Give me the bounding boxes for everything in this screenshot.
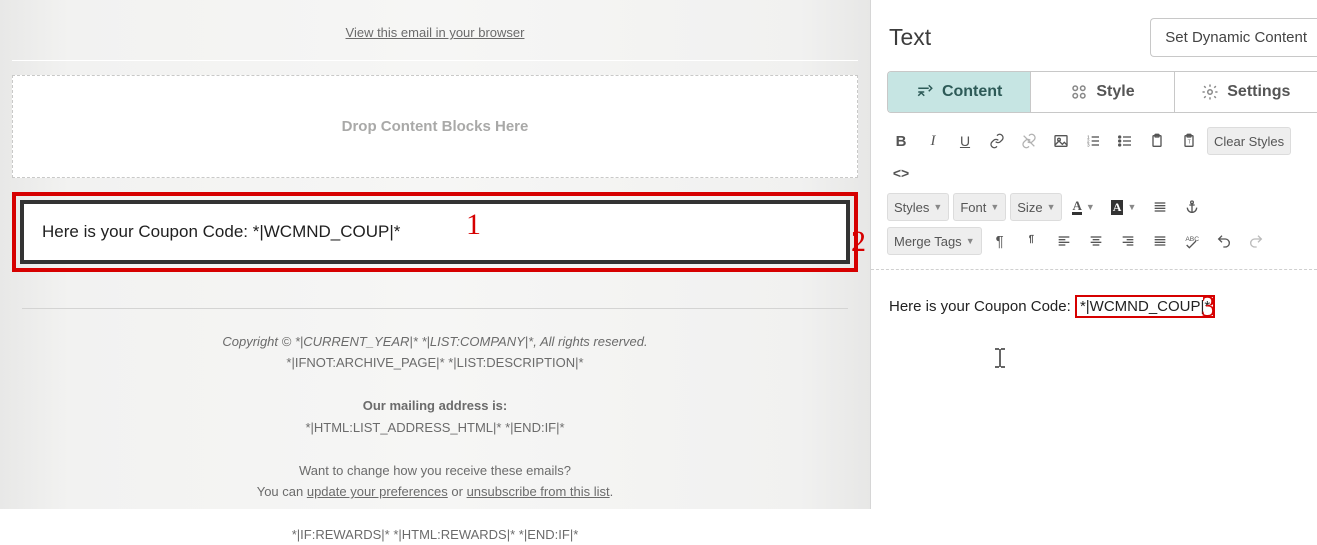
- tab-content-label: Content: [942, 83, 1002, 101]
- drop-zone[interactable]: Drop Content Blocks Here: [12, 75, 858, 178]
- footer-change: Want to change how you receive these ema…: [299, 463, 571, 478]
- spellcheck-button[interactable]: ABC: [1178, 227, 1206, 255]
- align-right-button[interactable]: [1114, 227, 1142, 255]
- redo-button[interactable]: [1242, 227, 1270, 255]
- panel-title: Text: [889, 24, 931, 51]
- tab-content[interactable]: Content: [888, 72, 1031, 112]
- paste-button[interactable]: [1143, 127, 1171, 155]
- pilcrow-button[interactable]: ¶: [986, 227, 1014, 255]
- coupon-text: Here is your Coupon Code: *|WCMND_COUP|*: [20, 200, 850, 264]
- editor-text-prefix: Here is your Coupon Code:: [889, 298, 1075, 315]
- divider: [22, 308, 848, 309]
- bold-button[interactable]: B: [887, 127, 915, 155]
- link-button[interactable]: [983, 127, 1011, 155]
- underline-button[interactable]: U: [951, 127, 979, 155]
- email-footer: Copyright © *|CURRENT_YEAR|* *|LIST:COMP…: [0, 331, 870, 545]
- unsubscribe-link[interactable]: unsubscribe from this list: [467, 484, 610, 499]
- align-center-button[interactable]: [1082, 227, 1110, 255]
- ordered-list-button[interactable]: 123: [1079, 127, 1107, 155]
- spacer: [12, 60, 858, 61]
- editor-merge-tag: *|WCMND_COUP|*: [1075, 295, 1215, 318]
- svg-text:T: T: [1188, 140, 1192, 146]
- footer-youcan: You can: [257, 484, 307, 499]
- italic-button[interactable]: I: [919, 127, 947, 155]
- unlink-button[interactable]: [1015, 127, 1043, 155]
- annotation-1: 1: [466, 208, 481, 242]
- unordered-list-button[interactable]: [1111, 127, 1139, 155]
- svg-text:3: 3: [1087, 142, 1090, 147]
- image-button[interactable]: [1047, 127, 1075, 155]
- annotation-3: 3: [1201, 290, 1216, 324]
- footer-ifnot: *|IFNOT:ARCHIVE_PAGE|* *|LIST:DESCRIPTIO…: [286, 355, 583, 370]
- paste-text-button[interactable]: T: [1175, 127, 1203, 155]
- footer-mailing-header: Our mailing address is:: [363, 398, 508, 413]
- svg-text:ABC: ABC: [1185, 236, 1199, 243]
- footer-mailing: *|HTML:LIST_ADDRESS_HTML|* *|END:IF|*: [305, 420, 564, 435]
- tab-settings-label: Settings: [1227, 83, 1290, 101]
- undo-button[interactable]: [1210, 227, 1238, 255]
- rich-text-toolbar: B I U 123 T Clear Styles <> Styles▼ Font…: [871, 123, 1317, 270]
- source-code-button[interactable]: <>: [887, 159, 915, 187]
- tab-style-label: Style: [1096, 83, 1134, 101]
- text-editor-area[interactable]: Here is your Coupon Code: *|WCMND_COUP|*…: [871, 270, 1317, 470]
- merge-tags-dropdown[interactable]: Merge Tags▼: [887, 227, 982, 255]
- footer-or: or: [448, 484, 467, 499]
- bg-color-button[interactable]: A▼: [1105, 193, 1143, 221]
- panel-tabs: Content Style Settings: [887, 71, 1317, 113]
- styles-dropdown[interactable]: Styles▼: [887, 193, 949, 221]
- footer-copyright: Copyright © *|CURRENT_YEAR|* *|LIST:COMP…: [222, 334, 647, 349]
- email-canvas: View this email in your browser Drop Con…: [0, 0, 870, 509]
- set-dynamic-content-button[interactable]: Set Dynamic Content: [1150, 18, 1317, 57]
- footer-rewards: *|IF:REWARDS|* *|HTML:REWARDS|* *|END:IF…: [292, 527, 579, 542]
- text-color-button[interactable]: A▼: [1066, 193, 1100, 221]
- footer-period: .: [610, 484, 614, 499]
- text-editor-panel: Text Set Dynamic Content Content Style S…: [870, 0, 1317, 509]
- anchor-button[interactable]: [1178, 193, 1206, 221]
- update-preferences-link[interactable]: update your preferences: [307, 484, 448, 499]
- tab-settings[interactable]: Settings: [1175, 72, 1317, 112]
- content-icon: [916, 83, 934, 101]
- ltr-button[interactable]: [1018, 227, 1046, 255]
- align-full-button[interactable]: [1146, 227, 1174, 255]
- annotation-2: 2: [851, 225, 866, 259]
- settings-icon: [1201, 83, 1219, 101]
- align-justify-button[interactable]: [1146, 193, 1174, 221]
- view-in-browser-row: View this email in your browser: [0, 0, 870, 60]
- text-cursor-icon: [993, 348, 1007, 368]
- view-in-browser-link[interactable]: View this email in your browser: [346, 25, 525, 40]
- panel-header: Text Set Dynamic Content: [871, 0, 1317, 71]
- tab-style[interactable]: Style: [1031, 72, 1174, 112]
- align-left-button[interactable]: [1050, 227, 1078, 255]
- font-dropdown[interactable]: Font▼: [953, 193, 1006, 221]
- style-icon: [1070, 83, 1088, 101]
- coupon-text-block[interactable]: Here is your Coupon Code: *|WCMND_COUP|*…: [12, 192, 858, 272]
- size-dropdown[interactable]: Size▼: [1010, 193, 1062, 221]
- clear-styles-button[interactable]: Clear Styles: [1207, 127, 1291, 155]
